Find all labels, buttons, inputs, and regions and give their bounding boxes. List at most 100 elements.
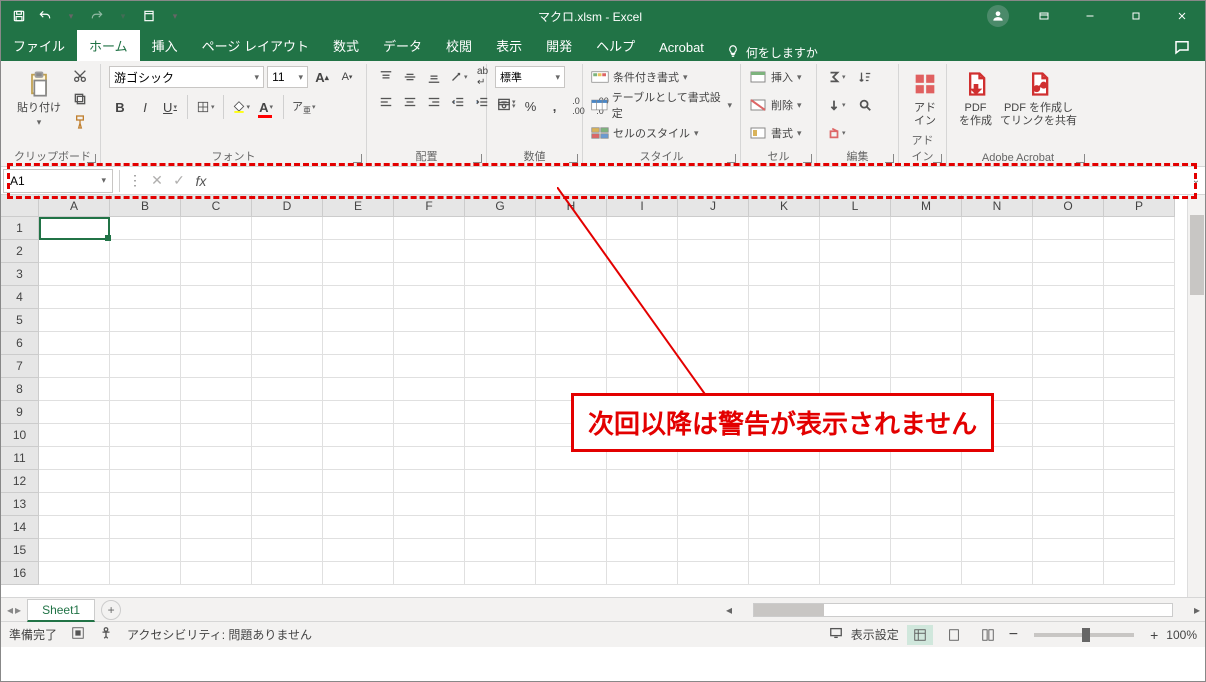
cell[interactable] bbox=[465, 401, 536, 424]
cell[interactable] bbox=[891, 263, 962, 286]
cell[interactable] bbox=[323, 332, 394, 355]
fx-icon[interactable]: fx bbox=[190, 170, 212, 192]
cell[interactable] bbox=[962, 493, 1033, 516]
cell[interactable] bbox=[962, 332, 1033, 355]
cell[interactable] bbox=[110, 309, 181, 332]
select-all-corner[interactable] bbox=[1, 195, 39, 217]
cell[interactable] bbox=[962, 355, 1033, 378]
cell[interactable] bbox=[110, 401, 181, 424]
format-cells-button[interactable]: 書式 ▾ bbox=[749, 122, 802, 144]
cell[interactable] bbox=[394, 470, 465, 493]
underline-button[interactable]: U bbox=[159, 96, 181, 118]
column-header[interactable]: L bbox=[820, 195, 891, 217]
cell[interactable] bbox=[1104, 562, 1175, 585]
cell[interactable] bbox=[1033, 286, 1104, 309]
bold-button[interactable]: B bbox=[109, 96, 131, 118]
hscroll-right-icon[interactable]: ▸ bbox=[1189, 602, 1205, 618]
cell[interactable] bbox=[820, 516, 891, 539]
column-header[interactable]: P bbox=[1104, 195, 1175, 217]
cell[interactable] bbox=[536, 562, 607, 585]
cell[interactable] bbox=[181, 240, 252, 263]
cell[interactable] bbox=[252, 263, 323, 286]
cell[interactable] bbox=[252, 309, 323, 332]
cell[interactable] bbox=[394, 516, 465, 539]
cell[interactable] bbox=[749, 240, 820, 263]
normal-view-icon[interactable] bbox=[907, 625, 933, 645]
cell[interactable] bbox=[820, 217, 891, 240]
column-header[interactable]: N bbox=[962, 195, 1033, 217]
cell[interactable] bbox=[820, 470, 891, 493]
tab-developer[interactable]: 開発 bbox=[534, 30, 584, 61]
copy-icon[interactable] bbox=[69, 89, 91, 109]
delete-cells-button[interactable]: 削除 ▾ bbox=[749, 94, 802, 116]
row-header[interactable]: 3 bbox=[1, 263, 39, 286]
align-middle-icon[interactable] bbox=[399, 66, 421, 88]
cell[interactable] bbox=[39, 240, 110, 263]
cell[interactable] bbox=[891, 286, 962, 309]
cell[interactable] bbox=[891, 516, 962, 539]
cell[interactable] bbox=[962, 516, 1033, 539]
cell[interactable] bbox=[891, 332, 962, 355]
row-header[interactable]: 4 bbox=[1, 286, 39, 309]
cell[interactable] bbox=[678, 355, 749, 378]
cell[interactable] bbox=[39, 286, 110, 309]
sheet-nav[interactable]: ◂▸ bbox=[1, 603, 27, 617]
italic-button[interactable]: I bbox=[134, 96, 156, 118]
cell[interactable] bbox=[536, 332, 607, 355]
cell[interactable] bbox=[1033, 470, 1104, 493]
row-header[interactable]: 6 bbox=[1, 332, 39, 355]
cell[interactable] bbox=[678, 286, 749, 309]
cell[interactable] bbox=[39, 378, 110, 401]
cell[interactable] bbox=[465, 562, 536, 585]
cell[interactable] bbox=[749, 286, 820, 309]
pdf-share-button[interactable]: PDF を作成し てリンクを共有 bbox=[996, 66, 1081, 130]
cell[interactable] bbox=[1033, 263, 1104, 286]
cell[interactable] bbox=[39, 309, 110, 332]
row-header[interactable]: 11 bbox=[1, 447, 39, 470]
cell[interactable] bbox=[1033, 240, 1104, 263]
cell[interactable] bbox=[962, 562, 1033, 585]
column-header[interactable]: A bbox=[39, 195, 110, 217]
cell[interactable] bbox=[181, 286, 252, 309]
cell[interactable] bbox=[678, 217, 749, 240]
tab-review[interactable]: 校閲 bbox=[434, 30, 484, 61]
cell[interactable] bbox=[394, 286, 465, 309]
align-bottom-icon[interactable] bbox=[423, 66, 445, 88]
fill-icon[interactable] bbox=[825, 94, 848, 116]
percent-icon[interactable]: % bbox=[520, 95, 542, 117]
cell[interactable] bbox=[252, 332, 323, 355]
insert-cells-button[interactable]: 挿入 ▾ bbox=[749, 66, 802, 88]
cell[interactable] bbox=[607, 355, 678, 378]
cell[interactable] bbox=[181, 493, 252, 516]
cell[interactable] bbox=[465, 516, 536, 539]
cell[interactable] bbox=[607, 493, 678, 516]
cell[interactable] bbox=[39, 332, 110, 355]
column-header[interactable]: K bbox=[749, 195, 820, 217]
cell[interactable] bbox=[39, 401, 110, 424]
paste-button[interactable]: 貼り付け ▾ bbox=[13, 66, 65, 130]
cell[interactable] bbox=[394, 263, 465, 286]
display-settings-icon[interactable] bbox=[829, 626, 843, 643]
cell[interactable] bbox=[110, 378, 181, 401]
cell[interactable] bbox=[891, 470, 962, 493]
cell[interactable] bbox=[252, 378, 323, 401]
row-header[interactable]: 12 bbox=[1, 470, 39, 493]
cell[interactable] bbox=[1104, 286, 1175, 309]
cell[interactable] bbox=[820, 240, 891, 263]
cell[interactable] bbox=[820, 493, 891, 516]
accessibility-status[interactable]: アクセシビリティ: 問題ありません bbox=[127, 626, 312, 643]
enter-icon[interactable]: ✓ bbox=[168, 170, 190, 192]
cut-icon[interactable] bbox=[69, 66, 91, 86]
cell[interactable] bbox=[181, 355, 252, 378]
cell[interactable] bbox=[110, 240, 181, 263]
cell[interactable] bbox=[891, 355, 962, 378]
cell[interactable] bbox=[1104, 516, 1175, 539]
cell[interactable] bbox=[1104, 424, 1175, 447]
cell[interactable] bbox=[110, 217, 181, 240]
cell[interactable] bbox=[465, 217, 536, 240]
cell[interactable] bbox=[820, 332, 891, 355]
cell[interactable] bbox=[1033, 562, 1104, 585]
cell[interactable] bbox=[110, 539, 181, 562]
font-name-select[interactable]: 游ゴシック▾ bbox=[109, 66, 264, 88]
cell[interactable] bbox=[39, 562, 110, 585]
